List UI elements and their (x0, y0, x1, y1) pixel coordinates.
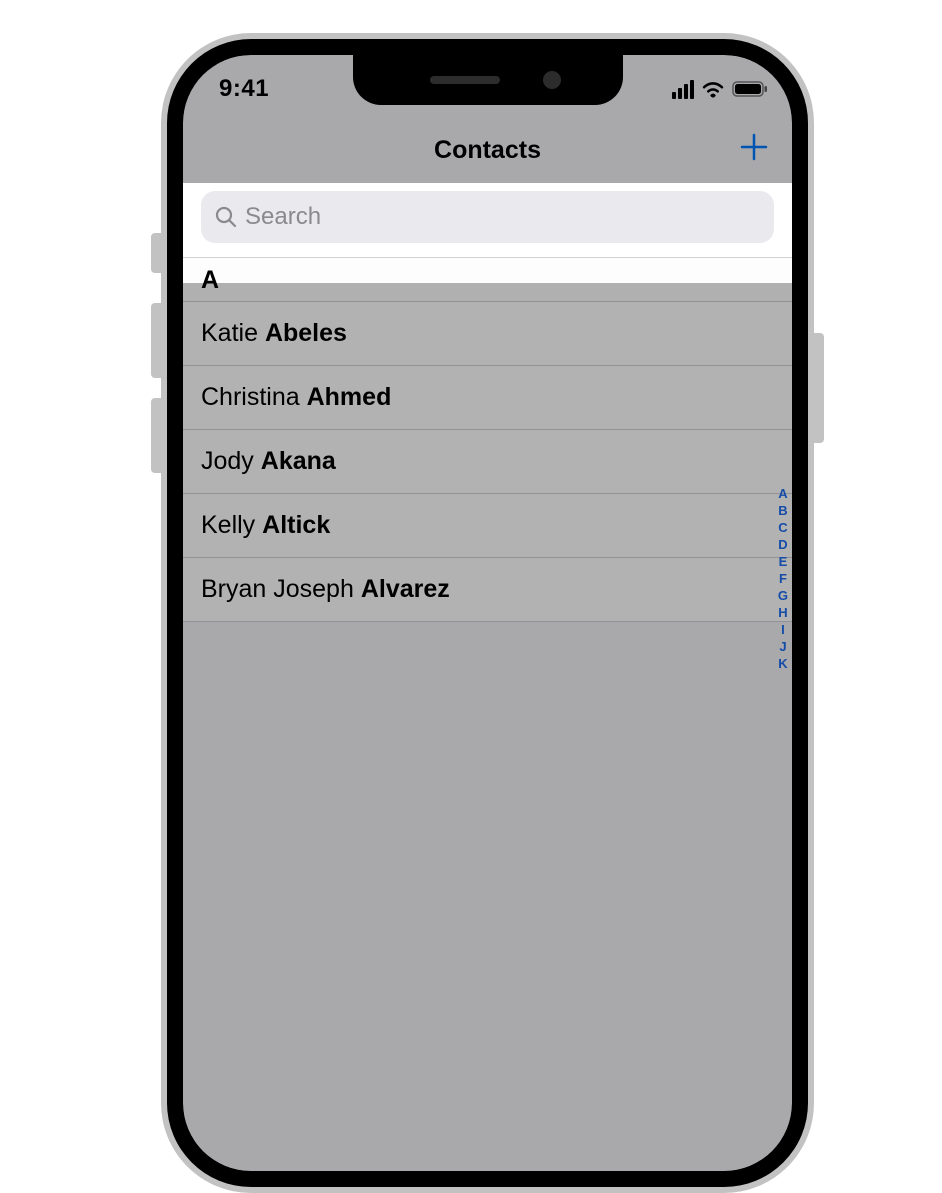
add-contact-button[interactable] (734, 129, 774, 169)
contacts-list[interactable]: A Katie Abeles Christina Ahmed Jody Akan… (183, 257, 792, 622)
index-letter[interactable]: B (778, 502, 787, 519)
contact-row[interactable]: Bryan Joseph Alvarez (183, 558, 792, 622)
plus-icon (738, 131, 770, 168)
index-letter[interactable]: J (779, 638, 786, 655)
volume-down-button (151, 398, 161, 473)
contact-last-name: Altick (262, 511, 330, 539)
navigation-bar: Contacts (183, 117, 792, 183)
screen: 9:41 Contacts (183, 55, 792, 1171)
index-letter[interactable]: A (778, 485, 787, 502)
front-camera (543, 71, 561, 89)
power-button (814, 333, 824, 443)
phone-device-frame: 9:41 Contacts (161, 33, 814, 1193)
contact-first-name: Bryan Joseph (201, 575, 354, 603)
contact-row[interactable]: Katie Abeles (183, 302, 792, 366)
index-letter[interactable]: H (778, 604, 787, 621)
contact-last-name: Akana (261, 447, 336, 475)
search-icon (215, 206, 237, 228)
contact-row[interactable]: Jody Akana (183, 430, 792, 494)
section-header-a: A (183, 257, 792, 302)
index-letter[interactable]: F (779, 570, 787, 587)
page-title: Contacts (434, 136, 541, 165)
contact-row[interactable]: Christina Ahmed (183, 366, 792, 430)
index-letter[interactable]: K (778, 655, 787, 672)
search-bar-container (183, 183, 792, 257)
speaker-grille (430, 76, 500, 84)
ringer-switch (151, 233, 161, 273)
contact-first-name: Kelly (201, 511, 255, 539)
wifi-icon (701, 80, 725, 98)
alphabet-index[interactable]: A B C D E F G H I J K (778, 485, 788, 672)
status-time: 9:41 (219, 75, 269, 103)
search-input[interactable] (245, 203, 760, 231)
contact-first-name: Christina (201, 383, 300, 411)
contact-last-name: Alvarez (361, 575, 450, 603)
search-field[interactable] (201, 191, 774, 243)
status-right-cluster (672, 80, 768, 99)
contact-last-name: Abeles (265, 319, 347, 347)
battery-icon (732, 80, 768, 98)
index-letter[interactable]: E (779, 553, 788, 570)
index-letter[interactable]: D (778, 536, 787, 553)
index-letter[interactable]: C (778, 519, 787, 536)
cellular-icon (672, 80, 694, 99)
contact-first-name: Katie (201, 319, 258, 347)
contact-row[interactable]: Kelly Altick (183, 494, 792, 558)
index-letter[interactable]: G (778, 587, 788, 604)
device-notch (353, 55, 623, 105)
contact-first-name: Jody (201, 447, 254, 475)
index-letter[interactable]: I (781, 621, 785, 638)
contact-last-name: Ahmed (307, 383, 392, 411)
volume-up-button (151, 303, 161, 378)
